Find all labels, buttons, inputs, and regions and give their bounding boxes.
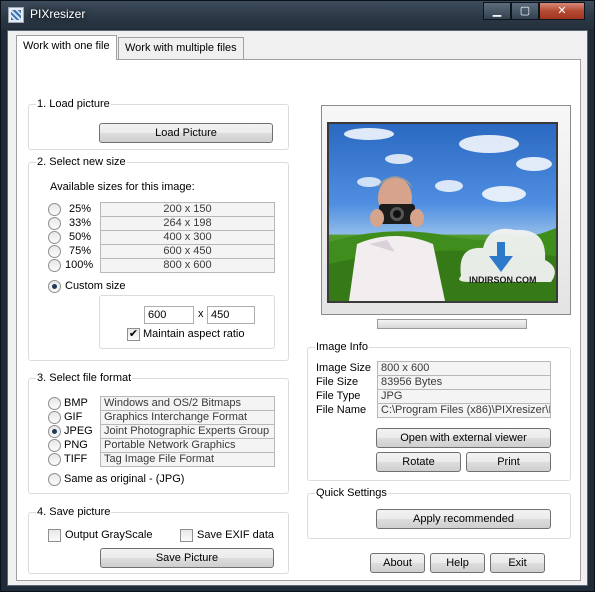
tab-one-file[interactable]: Work with one file [16,35,117,60]
size-dims-75: 600 x 450 [100,244,275,259]
file-name-value: C:\Program Files (x86)\PIXresizer\PIX [377,403,551,418]
select-size-group-label: 2. Select new size [36,156,127,168]
custom-height-input[interactable]: 450 [207,306,255,324]
custom-width-input[interactable]: 600 [144,306,194,324]
size-percent-75: 75% [69,245,92,257]
size-radio-50[interactable] [48,231,61,244]
size-percent-33: 33% [69,217,92,229]
maximize-button[interactable]: ▢ [511,2,539,20]
print-button[interactable]: Print [466,452,551,472]
size-percent-100: 100% [65,259,94,271]
minimize-button[interactable]: ▁ [483,2,511,20]
size-radio-33[interactable] [48,217,61,230]
size-percent-50: 50% [69,231,92,243]
save-exif-label: Save EXIF data [197,529,275,541]
help-button[interactable]: Help [430,553,485,573]
size-radio-100[interactable] [48,259,61,272]
size-percent-25: 25% [69,203,92,215]
custom-size-label: Custom size [65,280,126,292]
format-ext-gif: GIF [64,411,83,423]
load-picture-group: 1. Load picture Load Picture [28,98,289,150]
format-radio-bmp[interactable] [48,397,61,410]
image-size-value: 800 x 600 [377,361,551,376]
format-radio-tiff[interactable] [48,453,61,466]
save-picture-group-label: 4. Save picture [36,506,112,518]
maintain-aspect-checkbox[interactable]: ✔ [127,328,140,341]
rotate-button[interactable]: Rotate [376,452,461,472]
format-desc-png: Portable Network Graphics [100,438,275,453]
image-size-label: Image Size [316,362,372,374]
available-sizes-label: Available sizes for this image: [50,181,195,193]
tab-panel: 1. Load picture Load Picture 2. Select n… [16,59,581,581]
maintain-aspect-label: Maintain aspect ratio [143,328,245,340]
size-radio-25[interactable] [48,203,61,216]
grayscale-checkbox[interactable] [48,529,61,542]
caption-buttons: ▁ ▢ ✕ [483,2,585,20]
window-title: PIXresizer [30,7,86,21]
grayscale-label: Output GrayScale [65,529,153,541]
app-window: PIXresizer ▁ ▢ ✕ Work with one file Work… [0,0,595,592]
apply-recommended-button[interactable]: Apply recommended [376,509,551,529]
client-area: Work with one file Work with multiple fi… [7,30,588,586]
format-radio-png[interactable] [48,439,61,452]
select-size-group: 2. Select new size Available sizes for t… [28,156,289,361]
app-icon[interactable] [8,7,24,23]
monitor-stand [377,319,527,329]
size-dims-50: 400 x 300 [100,230,275,245]
same-as-original-label: Same as original - (JPG) [64,473,185,485]
image-info-group: Image Info Image Size 800 x 600 File Siz… [307,341,571,481]
times-sign: x [198,308,204,320]
format-desc-jpeg: Joint Photographic Experts Group [100,424,275,439]
same-as-original-radio[interactable] [48,473,61,486]
format-ext-jpeg: JPEG [64,425,93,437]
image-info-group-label: Image Info [315,341,369,353]
format-desc-bmp: Windows and OS/2 Bitmaps [100,396,275,411]
size-radio-75[interactable] [48,245,61,258]
title-bar[interactable]: PIXresizer ▁ ▢ ✕ [1,1,594,29]
format-desc-gif: Graphics Interchange Format [100,410,275,425]
size-dims-33: 264 x 198 [100,216,275,231]
file-type-value: JPG [377,389,551,404]
close-button[interactable]: ✕ [539,2,585,20]
file-name-label: File Name [316,404,367,416]
format-ext-tiff: TIFF [64,453,88,465]
file-format-group: 3. Select file format BMP Windows and OS… [28,372,289,494]
exit-button[interactable]: Exit [490,553,545,573]
format-ext-bmp: BMP [64,397,88,409]
quick-settings-group: Quick Settings Apply recommended [307,487,571,539]
load-picture-button[interactable]: Load Picture [99,123,273,143]
save-exif-checkbox[interactable] [180,529,193,542]
quick-settings-group-label: Quick Settings [315,487,388,499]
size-dims-25: 200 x 150 [100,202,275,217]
file-size-label: File Size [316,376,359,388]
file-type-label: File Type [316,390,361,402]
format-ext-png: PNG [64,439,88,451]
watermark-text: INDIRSON.COM [469,275,537,285]
save-picture-group: 4. Save picture Output GrayScale Save EX… [28,506,289,574]
load-picture-group-label: 1. Load picture [36,98,111,110]
custom-size-radio[interactable] [48,280,61,293]
format-radio-gif[interactable] [48,411,61,424]
custom-size-box: 600 x 450 ✔ Maintain aspect ratio [99,295,275,349]
tab-multiple-files[interactable]: Work with multiple files [118,37,244,59]
file-format-group-label: 3. Select file format [36,372,133,384]
size-dims-100: 800 x 600 [100,258,275,273]
save-picture-button[interactable]: Save Picture [100,548,274,568]
about-button[interactable]: About [370,553,425,573]
format-desc-tiff: Tag Image File Format [100,452,275,467]
format-radio-jpeg[interactable] [48,425,61,438]
open-external-viewer-button[interactable]: Open with external viewer [376,428,551,448]
preview-image: INDIRSON.COM [327,122,558,303]
file-size-value: 83956 Bytes [377,375,551,390]
